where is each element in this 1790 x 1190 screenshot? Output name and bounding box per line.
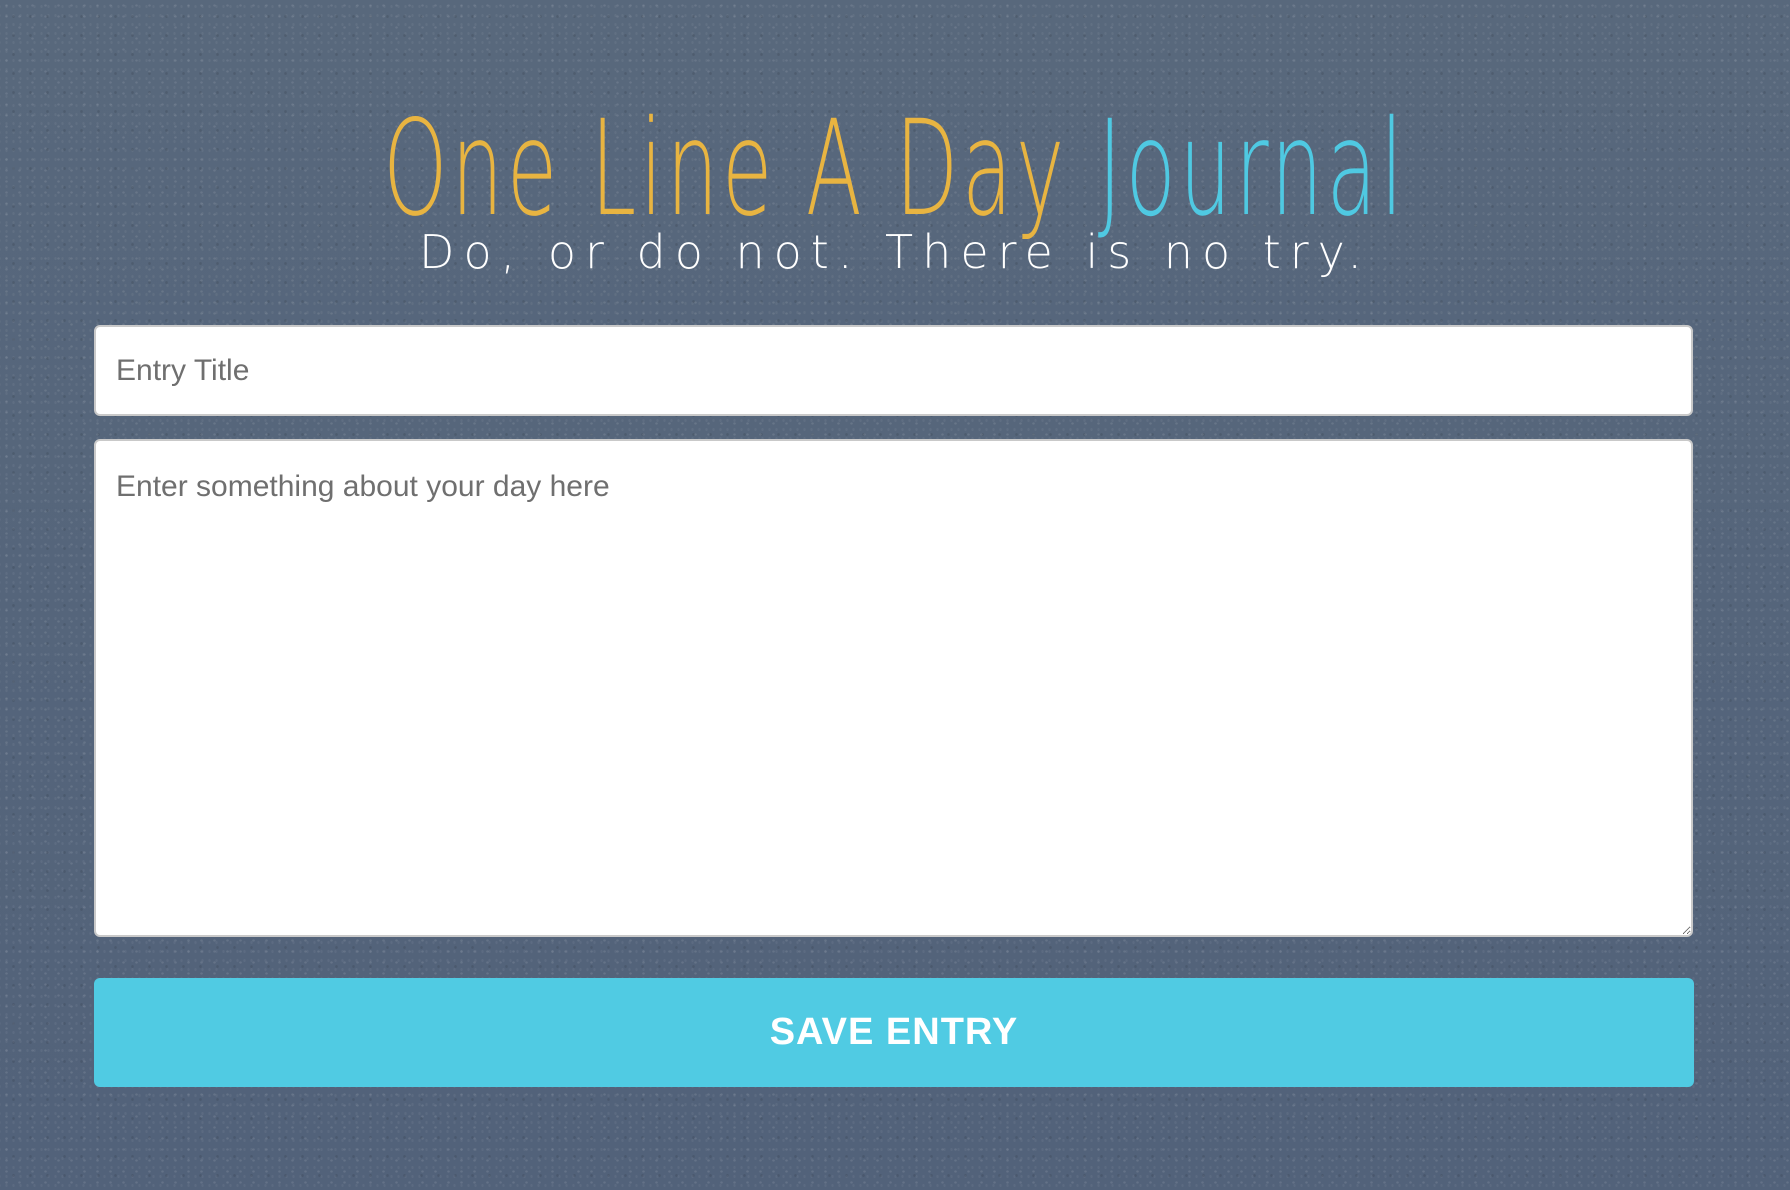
entry-title-input[interactable] xyxy=(94,325,1693,416)
save-entry-button[interactable]: SAVE ENTRY xyxy=(94,978,1694,1087)
tagline: Do, or do not. There is no try. xyxy=(419,225,1371,279)
entry-body-textarea[interactable] xyxy=(94,439,1693,937)
